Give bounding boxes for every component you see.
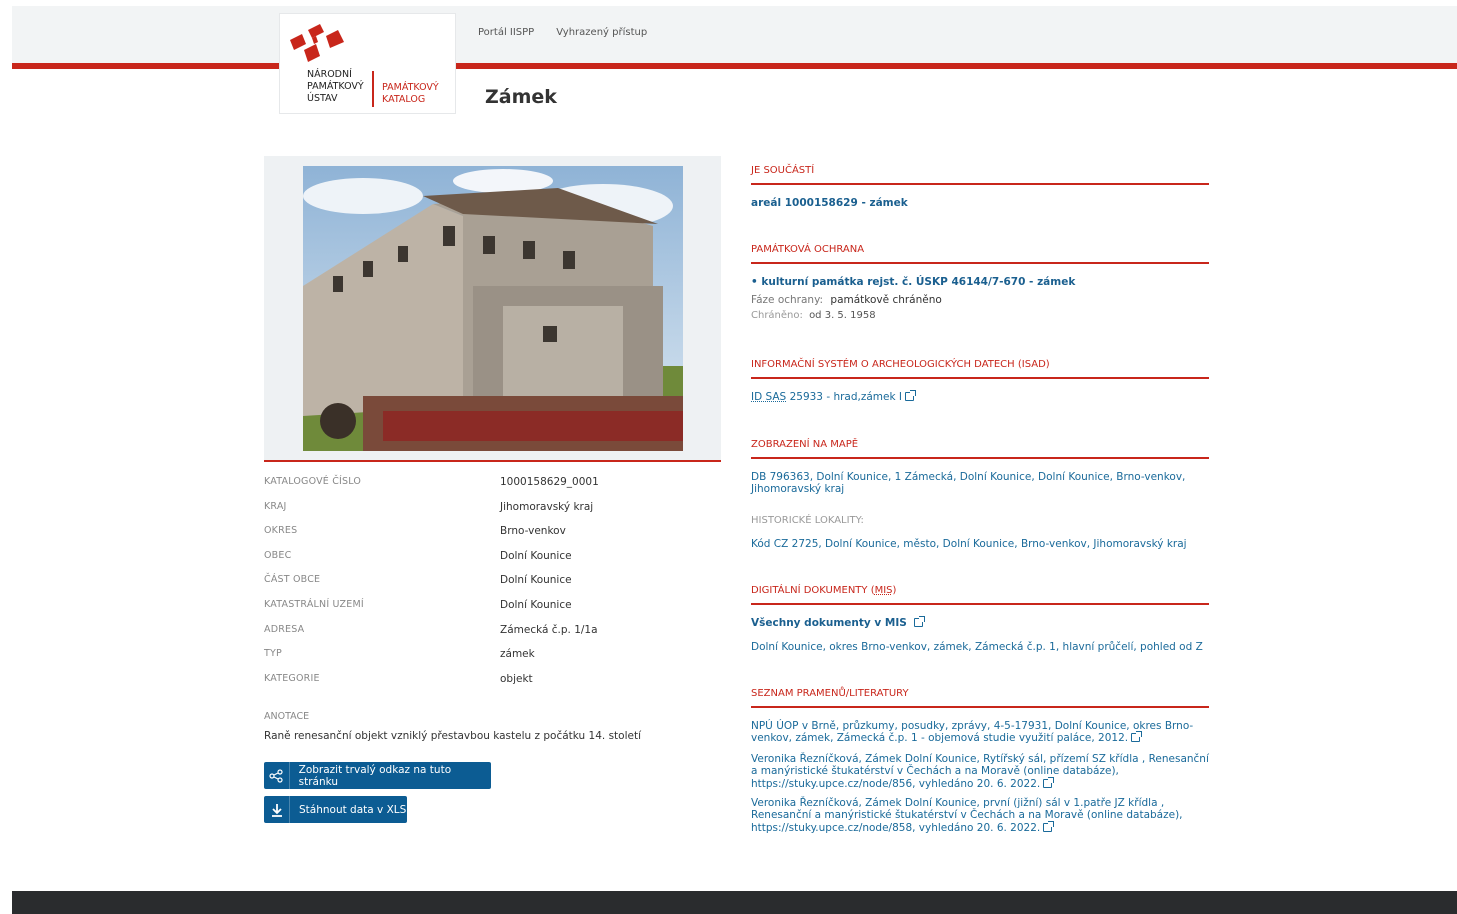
top-nav: Portál IISPP Vyhrazený přístup bbox=[478, 27, 647, 38]
protection-phase: Fáze ochrany: památkově chráněno bbox=[751, 294, 942, 306]
table-row: OKRES Brno-venkov bbox=[264, 525, 566, 538]
permalink-button-label: Zobrazit trvalý odkaz na tuto stránku bbox=[298, 763, 452, 788]
share-icon bbox=[264, 762, 290, 789]
photo-underline bbox=[264, 460, 721, 462]
npu-logo-mark-icon bbox=[290, 24, 344, 62]
table-row: ČÁST OBCE Dolní Kounice bbox=[264, 574, 572, 587]
part-of-link[interactable]: areál 1000158629 - zámek bbox=[751, 197, 908, 209]
logo[interactable]: NÁRODNÍ PAMÁTKOVÝ ÚSTAV PAMÁTKOVÝ KATALO… bbox=[279, 13, 456, 114]
section-divider bbox=[751, 262, 1209, 264]
protected-value: od 3. 5. 1958 bbox=[809, 310, 876, 321]
section-title-map: ZOBRAZENÍ NA MAPĚ bbox=[751, 439, 859, 450]
phase-label: Fáze ochrany: bbox=[751, 294, 824, 306]
section-divider bbox=[751, 377, 1209, 379]
isad-link-text: 25933 - hrad,zámek I bbox=[789, 391, 903, 403]
section-divider bbox=[751, 183, 1209, 185]
document-link[interactable]: Dolní Kounice, okres Brno-venkov, zámek,… bbox=[751, 641, 1203, 653]
download-icon bbox=[264, 796, 290, 823]
details-table: KATALOGOVÉ ČÍSLO 1000158629_0001 KRAJ Jiho… bbox=[264, 476, 721, 697]
org-name: NÁRODNÍ PAMÁTKOVÝ ÚSTAV bbox=[307, 69, 364, 104]
section-divider bbox=[751, 603, 1209, 605]
section-title-isad: INFORMAČNÍ SYSTÉM O ARCHEOLOGICKÝCH DATE… bbox=[751, 359, 1050, 370]
table-row: ADRESA Zámecká č.p. 1/1a bbox=[264, 623, 598, 636]
section-divider bbox=[751, 706, 1209, 708]
page-title: Zámek bbox=[485, 86, 557, 108]
download-xls-button[interactable]: Stáhnout data v XLS bbox=[264, 796, 407, 823]
table-row: KATASTRÁLNÍ UZEMÍ Dolní Kounice bbox=[264, 598, 572, 611]
castle-photo[interactable] bbox=[303, 166, 683, 451]
source-item[interactable]: Veronika Řezníčková, Zámek Dolní Kounice… bbox=[751, 797, 1209, 834]
section-title-protection: PAMÁTKOVÁ OCHRANA bbox=[751, 244, 865, 255]
external-link-icon bbox=[1131, 731, 1143, 743]
protected-label: Chráněno: bbox=[751, 310, 803, 321]
mis-abbr: MIS bbox=[874, 585, 893, 596]
header-accent-line bbox=[12, 63, 1457, 69]
table-row: KRAJ Jihomoravský kraj bbox=[264, 500, 594, 513]
phase-value: památkově chráněno bbox=[830, 294, 942, 306]
historic-localities-label: HISTORICKÉ LOKALITY: bbox=[751, 515, 864, 526]
map-link[interactable]: DB 796363, Dolní Kounice, 1 Zámecká, Dol… bbox=[751, 471, 1209, 496]
download-button-label: Stáhnout data v XLS bbox=[299, 803, 407, 816]
source-item[interactable]: Veronika Řezníčková, Zámek Dolní Kounice… bbox=[751, 753, 1209, 790]
footer bbox=[12, 891, 1457, 914]
table-row: KATEGORIE objekt bbox=[264, 672, 533, 685]
table-row: OBEC Dolní Kounice bbox=[264, 549, 572, 562]
nav-link-restricted-access[interactable]: Vyhrazený přístup bbox=[556, 27, 647, 38]
nav-link-portal[interactable]: Portál IISPP bbox=[478, 27, 534, 38]
annotation-text: Raně renesanční objekt vzniklý přestavbo… bbox=[264, 730, 641, 742]
section-title-part-of: JE SOUČÁSTÍ bbox=[751, 165, 815, 176]
product-name: PAMÁTKOVÝ KATALOG bbox=[382, 82, 439, 105]
source-item[interactable]: NPÚ ÚOP v Brně, průzkumy, posudky, zpráv… bbox=[751, 720, 1209, 745]
isad-link[interactable]: ID SAS 25933 - hrad,zámek I bbox=[751, 390, 917, 403]
table-row: TYP zámek bbox=[264, 648, 535, 661]
section-title-docs: DIGITÁLNÍ DOKUMENTY (MIS) bbox=[751, 585, 897, 596]
historic-locality-link[interactable]: Kód CZ 2725, Dolní Kounice, město, Dolní… bbox=[751, 538, 1187, 550]
section-title-sources: SEZNAM PRAMENŮ/LITERATURY bbox=[751, 688, 909, 699]
external-link-icon bbox=[905, 390, 917, 401]
table-row: KATALOGOVÉ ČÍSLO 1000158629_0001 bbox=[264, 476, 599, 488]
permalink-button[interactable]: Zobrazit trvalý odkaz na tuto stránku bbox=[264, 762, 491, 789]
logo-divider bbox=[372, 71, 374, 107]
top-bar bbox=[12, 6, 1457, 64]
external-link-icon bbox=[1043, 820, 1055, 832]
external-link-icon bbox=[913, 616, 925, 627]
annotation-label: ANOTACE bbox=[264, 711, 310, 722]
all-documents-link[interactable]: Všechny dokumenty v MIS bbox=[751, 616, 925, 629]
external-link-icon bbox=[1043, 776, 1055, 788]
protection-date: Chráněno: od 3. 5. 1958 bbox=[751, 310, 876, 321]
section-divider bbox=[751, 457, 1209, 459]
protection-link[interactable]: • kulturní památka rejst. č. ÚSKP 46144/… bbox=[751, 276, 1075, 288]
id-sas-abbr: ID SAS bbox=[751, 391, 787, 403]
